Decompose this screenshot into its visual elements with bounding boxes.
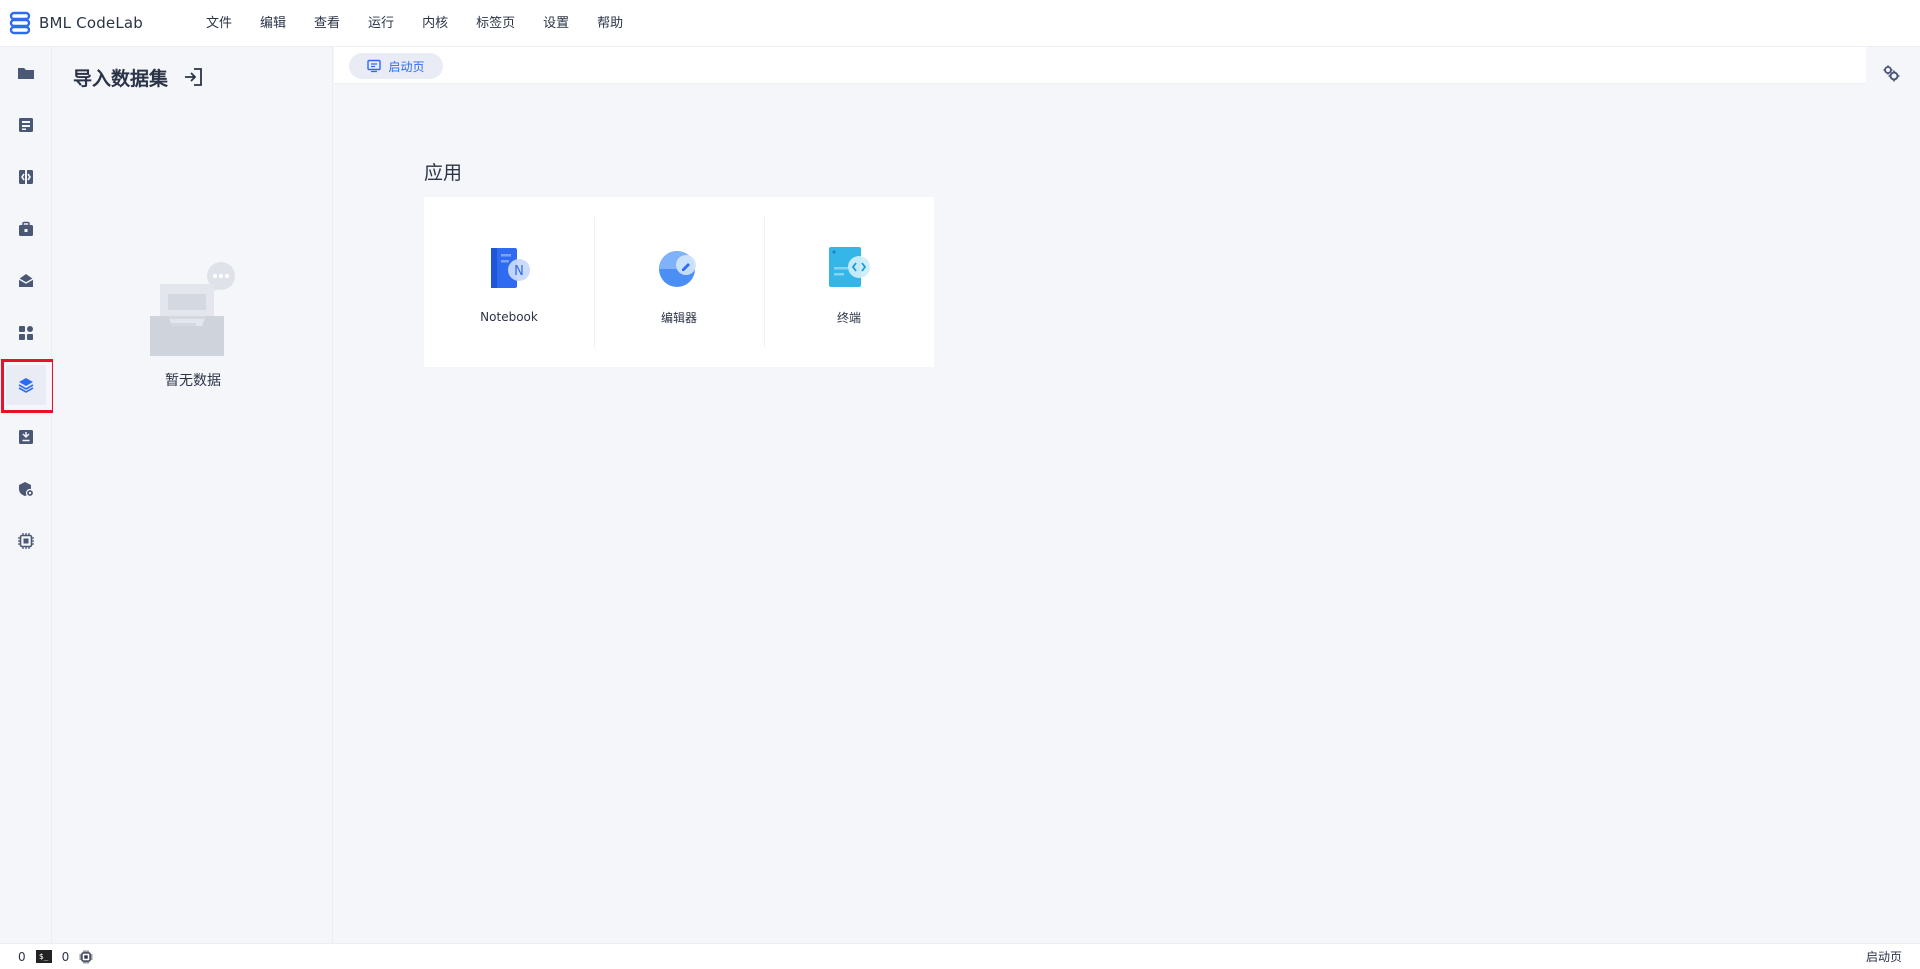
- sidebar-item-env-settings[interactable]: [6, 469, 46, 509]
- brand: BML CodeLab: [8, 11, 192, 35]
- launcher-notebook[interactable]: N Notebook: [424, 197, 594, 367]
- menu-tabs[interactable]: 标签页: [462, 0, 529, 47]
- activity-bar: [0, 47, 52, 943]
- status-bar: 0 $_ 0 启动页: [0, 943, 1920, 969]
- code-icon: [19, 170, 33, 184]
- import-icon[interactable]: [182, 66, 204, 88]
- launcher-label: Notebook: [480, 310, 538, 324]
- gears-icon: [1883, 65, 1900, 82]
- sidebar-item-cpu[interactable]: [6, 521, 46, 561]
- menu-run[interactable]: 运行: [354, 0, 408, 47]
- terminal-count[interactable]: 0: [62, 950, 70, 964]
- sidebar-item-code[interactable]: [6, 157, 46, 197]
- editor-icon: [659, 250, 696, 287]
- launcher-label: 终端: [836, 310, 861, 325]
- settings-shield-icon: [19, 482, 35, 498]
- tab-launcher[interactable]: 启动页: [349, 53, 443, 79]
- status-current-tab: 启动页: [1865, 950, 1902, 964]
- sidebar-item-toolbox[interactable]: [6, 209, 46, 249]
- download-icon: [19, 430, 33, 444]
- tab-bar: 启动页: [334, 47, 1866, 84]
- empty-text: 暂无数据: [165, 373, 221, 389]
- apps-icon: [19, 326, 33, 340]
- dataset-layers-icon: [18, 378, 34, 393]
- menu-edit[interactable]: 编辑: [246, 0, 300, 47]
- status-count[interactable]: 0: [18, 950, 26, 964]
- app-title: BML CodeLab: [39, 14, 144, 32]
- mail-icon: [18, 274, 34, 287]
- folder-icon: [18, 68, 34, 79]
- notebook-icon: N: [491, 248, 530, 288]
- cpu-icon: [18, 533, 34, 549]
- empty-inbox-icon: [150, 262, 235, 356]
- sidebar-item-download[interactable]: [6, 417, 46, 457]
- menubar: BML CodeLab 文件 编辑 查看 运行 内核 标签页 设置 帮助: [0, 0, 1920, 47]
- menu-file[interactable]: 文件: [192, 0, 246, 47]
- sidebar-item-datasets[interactable]: [6, 365, 46, 405]
- terminal-status-icon[interactable]: $_: [35, 950, 52, 963]
- svg-text:N: N: [514, 264, 524, 279]
- sidebar-item-apps[interactable]: [6, 313, 46, 353]
- panel-header: 导入数据集: [73, 61, 204, 93]
- toolbox-icon: [19, 221, 33, 236]
- menu-kernel[interactable]: 内核: [408, 0, 462, 47]
- menu-help[interactable]: 帮助: [583, 0, 637, 47]
- sidebar-item-files[interactable]: [6, 53, 46, 93]
- sidebar-item-storage[interactable]: [6, 105, 46, 145]
- property-inspector-button[interactable]: [1878, 60, 1904, 86]
- launcher-terminal[interactable]: 终端: [764, 197, 934, 367]
- launcher-editor[interactable]: 编辑器: [594, 197, 764, 367]
- menu-view[interactable]: 查看: [300, 0, 354, 47]
- sidebar-item-mail[interactable]: [6, 261, 46, 301]
- launcher-section-title: 应用: [424, 162, 463, 184]
- launcher-label: 编辑器: [660, 310, 697, 325]
- menu-settings[interactable]: 设置: [529, 0, 583, 47]
- panel-title: 导入数据集: [73, 67, 169, 90]
- tab-label: 启动页: [388, 59, 425, 74]
- bml-logo-icon: [9, 11, 31, 35]
- launcher-tab-icon: [367, 59, 382, 73]
- kernel-cpu-icon[interactable]: [79, 950, 93, 964]
- storage-icon: [19, 118, 33, 132]
- empty-state: 暂无数据: [53, 262, 333, 390]
- launcher-card: N Notebook 编辑器 终端: [424, 197, 934, 367]
- dataset-panel: 导入数据集 暂无数据: [53, 47, 333, 943]
- terminal-icon: [829, 246, 870, 287]
